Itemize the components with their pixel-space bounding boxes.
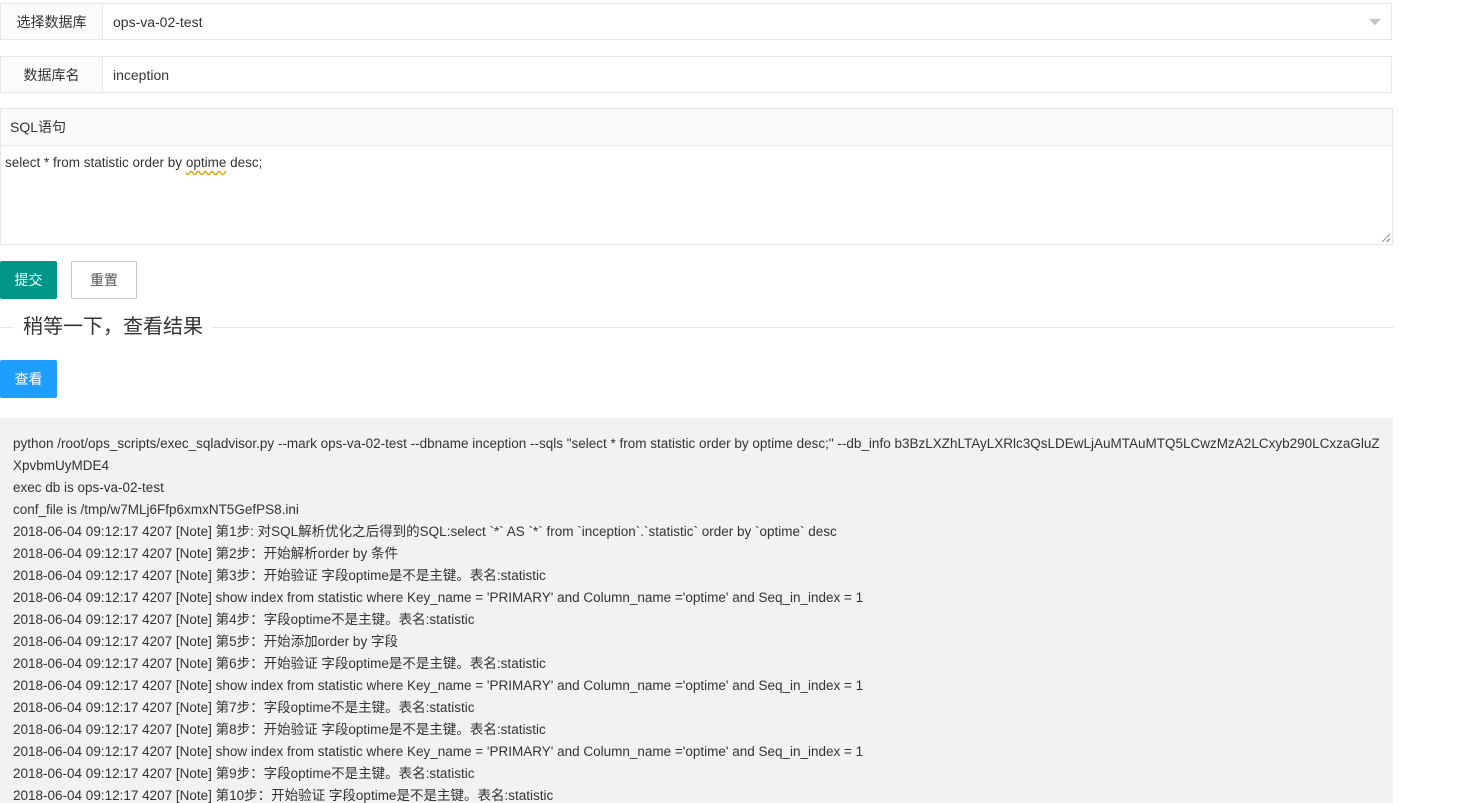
output-line: 2018-06-04 09:12:17 4207 [Note] 第10步：开始验… — [13, 788, 554, 803]
sql-block: SQL语句 select * from statistic order by o… — [0, 108, 1393, 245]
output-line: 2018-06-04 09:12:17 4207 [Note] 第8步：开始验证… — [13, 722, 546, 737]
divider-title: 稍等一下，查看结果 — [14, 314, 212, 340]
chevron-down-icon[interactable] — [1369, 18, 1381, 25]
view-button[interactable]: 查看 — [0, 360, 57, 398]
output-line: 2018-06-04 09:12:17 4207 [Note] 第6步：开始验证… — [13, 656, 546, 671]
db-select-label: 选择数据库 — [1, 4, 103, 39]
db-select-row: 选择数据库 ops-va-02-test — [0, 3, 1392, 40]
sql-text-before: select * from statistic order by — [5, 155, 186, 170]
sql-text-spellcheck-word: optime — [185, 155, 227, 170]
output-line: conf_file is /tmp/w7MLj6Ffp6xmxNT5GefPS8… — [13, 502, 299, 517]
db-name-value: inception — [113, 66, 170, 83]
sql-textarea[interactable]: select * from statistic order by optime … — [1, 146, 1392, 179]
db-name-label: 数据库名 — [1, 57, 103, 92]
db-name-row: 数据库名 inception — [0, 56, 1392, 93]
output-line: 2018-06-04 09:12:17 4207 [Note] show ind… — [13, 678, 864, 693]
output-line: 2018-06-04 09:12:17 4207 [Note] show ind… — [13, 590, 864, 605]
output-line: 2018-06-04 09:12:17 4207 [Note] 第2步：开始解析… — [13, 546, 398, 561]
output-line: 2018-06-04 09:12:17 4207 [Note] 第4步：字段op… — [13, 612, 475, 627]
sql-advisor-page: 选择数据库 ops-va-02-test 数据库名 inception SQL语… — [0, 0, 1465, 803]
output-panel: python /root/ops_scripts/exec_sqladvisor… — [0, 418, 1393, 803]
db-select-value: ops-va-02-test — [113, 13, 203, 30]
reset-button[interactable]: 重置 — [71, 261, 137, 299]
output-line: python /root/ops_scripts/exec_sqladvisor… — [13, 436, 1380, 473]
output-line: exec db is ops-va-02-test — [13, 480, 164, 495]
submit-button[interactable]: 提交 — [0, 261, 57, 299]
output-line: 2018-06-04 09:12:17 4207 [Note] 第1步: 对SQ… — [13, 524, 837, 539]
output-line: 2018-06-04 09:12:17 4207 [Note] 第5步：开始添加… — [13, 634, 398, 649]
output-line: 2018-06-04 09:12:17 4207 [Note] 第7步：字段op… — [13, 700, 475, 715]
output-line: 2018-06-04 09:12:17 4207 [Note] 第3步：开始验证… — [13, 568, 546, 583]
output-line: 2018-06-04 09:12:17 4207 [Note] 第9步：字段op… — [13, 766, 475, 781]
db-select[interactable]: ops-va-02-test — [103, 4, 1391, 39]
output-line: 2018-06-04 09:12:17 4207 [Note] show ind… — [13, 744, 864, 759]
sql-text-after: desc; — [226, 155, 263, 170]
resize-handle-icon[interactable] — [1382, 234, 1390, 242]
db-name-input[interactable]: inception — [103, 57, 1391, 92]
sql-label: SQL语句 — [1, 109, 1392, 146]
